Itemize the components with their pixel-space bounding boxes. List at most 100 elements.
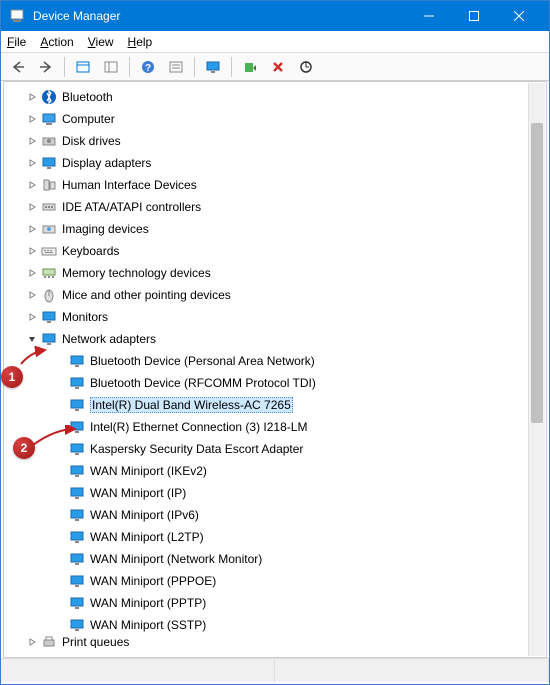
minimize-button[interactable]	[406, 1, 451, 31]
callout-badge-1: 1	[1, 366, 23, 388]
disk-icon	[40, 132, 58, 150]
device-row[interactable]: Kaspersky Security Data Escort Adapter	[4, 438, 546, 460]
network-adapter-icon	[68, 616, 86, 634]
category-label: Mice and other pointing devices	[62, 288, 231, 302]
device-label: WAN Miniport (PPTP)	[90, 596, 206, 610]
category-row[interactable]: Mice and other pointing devices	[4, 284, 546, 306]
device-row[interactable]: WAN Miniport (Network Monitor)	[4, 548, 546, 570]
expand-icon[interactable]	[24, 636, 40, 648]
network-adapter-icon	[68, 506, 86, 524]
expand-icon[interactable]	[24, 133, 40, 149]
category-row[interactable]: Imaging devices	[4, 218, 546, 240]
expander-spacer	[52, 485, 68, 501]
expand-icon[interactable]	[24, 265, 40, 281]
device-label: WAN Miniport (IP)	[90, 486, 186, 500]
expand-icon[interactable]	[24, 243, 40, 259]
maximize-button[interactable]	[451, 1, 496, 31]
category-row[interactable]: Human Interface Devices	[4, 174, 546, 196]
menu-file[interactable]: File	[7, 35, 26, 49]
monitor-button[interactable]	[200, 55, 226, 79]
device-label: Bluetooth Device (RFCOMM Protocol TDI)	[90, 376, 316, 390]
expand-icon[interactable]	[24, 221, 40, 237]
category-label: Imaging devices	[62, 222, 149, 236]
expander-spacer	[52, 529, 68, 545]
device-tree[interactable]: BluetoothComputerDisk drivesDisplay adap…	[4, 82, 546, 657]
device-row[interactable]: Bluetooth Device (RFCOMM Protocol TDI)	[4, 372, 546, 394]
keyboard-icon	[40, 242, 58, 260]
category-row[interactable]: Disk drives	[4, 130, 546, 152]
forward-button[interactable]	[33, 55, 59, 79]
device-row[interactable]: WAN Miniport (L2TP)	[4, 526, 546, 548]
status-cell	[275, 659, 549, 682]
menu-help[interactable]: Help	[128, 35, 153, 49]
status-cell	[1, 659, 275, 682]
expand-icon[interactable]	[24, 309, 40, 325]
expand-icon[interactable]	[24, 287, 40, 303]
device-label: WAN Miniport (SSTP)	[90, 618, 206, 632]
expand-icon[interactable]	[24, 155, 40, 171]
category-label: Keyboards	[62, 244, 119, 258]
network-adapter-icon	[68, 594, 86, 612]
category-row[interactable]: IDE ATA/ATAPI controllers	[4, 196, 546, 218]
window-controls	[406, 1, 541, 31]
expander-spacer	[52, 573, 68, 589]
device-row[interactable]: WAN Miniport (PPTP)	[4, 592, 546, 614]
close-button[interactable]	[496, 1, 541, 31]
expand-icon[interactable]	[24, 111, 40, 127]
back-button[interactable]	[5, 55, 31, 79]
mouse-icon	[40, 286, 58, 304]
device-label: Kaspersky Security Data Escort Adapter	[90, 442, 303, 456]
computer-icon	[40, 110, 58, 128]
expand-icon[interactable]	[24, 199, 40, 215]
menu-action[interactable]: Action	[40, 35, 73, 49]
display-icon	[40, 154, 58, 172]
category-label: Print queues	[62, 636, 129, 648]
update-driver-button[interactable]	[237, 55, 263, 79]
device-label: WAN Miniport (PPPOE)	[90, 574, 216, 588]
category-row[interactable]: Memory technology devices	[4, 262, 546, 284]
network-adapter-icon	[68, 484, 86, 502]
category-label: Human Interface Devices	[62, 178, 197, 192]
category-row[interactable]: Monitors	[4, 306, 546, 328]
network-adapter-icon	[68, 528, 86, 546]
device-row[interactable]: Intel(R) Dual Band Wireless-AC 7265	[4, 394, 546, 416]
expander-spacer	[52, 617, 68, 633]
device-row[interactable]: WAN Miniport (PPPOE)	[4, 570, 546, 592]
vertical-scrollbar[interactable]	[528, 83, 545, 656]
device-row[interactable]: WAN Miniport (IKEv2)	[4, 460, 546, 482]
category-row[interactable]: Network adapters	[4, 328, 546, 350]
network-adapter-icon	[68, 440, 86, 458]
device-row[interactable]: Bluetooth Device (Personal Area Network)	[4, 350, 546, 372]
device-label: Intel(R) Dual Band Wireless-AC 7265	[90, 397, 293, 413]
properties-button[interactable]	[163, 55, 189, 79]
scrollbar-thumb[interactable]	[531, 123, 543, 423]
device-row[interactable]: WAN Miniport (SSTP)	[4, 614, 546, 636]
printer-icon	[40, 636, 58, 648]
imaging-icon	[40, 220, 58, 238]
network-icon	[40, 330, 58, 348]
category-row[interactable]: Keyboards	[4, 240, 546, 262]
device-label: WAN Miniport (Network Monitor)	[90, 552, 262, 566]
expand-icon[interactable]	[24, 89, 40, 105]
collapse-icon[interactable]	[24, 331, 40, 347]
category-row[interactable]: Computer	[4, 108, 546, 130]
device-row[interactable]: WAN Miniport (IPv6)	[4, 504, 546, 526]
device-label: WAN Miniport (L2TP)	[90, 530, 204, 544]
show-hidden-button[interactable]	[70, 55, 96, 79]
device-row[interactable]: WAN Miniport (IP)	[4, 482, 546, 504]
network-adapter-icon	[68, 572, 86, 590]
category-label: Memory technology devices	[62, 266, 211, 280]
help-button[interactable]: ?	[135, 55, 161, 79]
expand-icon[interactable]	[24, 177, 40, 193]
expander-spacer	[52, 441, 68, 457]
device-row[interactable]: Intel(R) Ethernet Connection (3) I218-LM	[4, 416, 546, 438]
uninstall-button[interactable]	[265, 55, 291, 79]
category-row[interactable]: Bluetooth	[4, 86, 546, 108]
device-label: Bluetooth Device (Personal Area Network)	[90, 354, 315, 368]
scan-hardware-button[interactable]	[293, 55, 319, 79]
category-row[interactable]: Display adapters	[4, 152, 546, 174]
treeview-button[interactable]	[98, 55, 124, 79]
status-bar	[1, 658, 549, 682]
category-row[interactable]: Print queues	[4, 636, 546, 648]
menu-view[interactable]: View	[88, 35, 114, 49]
